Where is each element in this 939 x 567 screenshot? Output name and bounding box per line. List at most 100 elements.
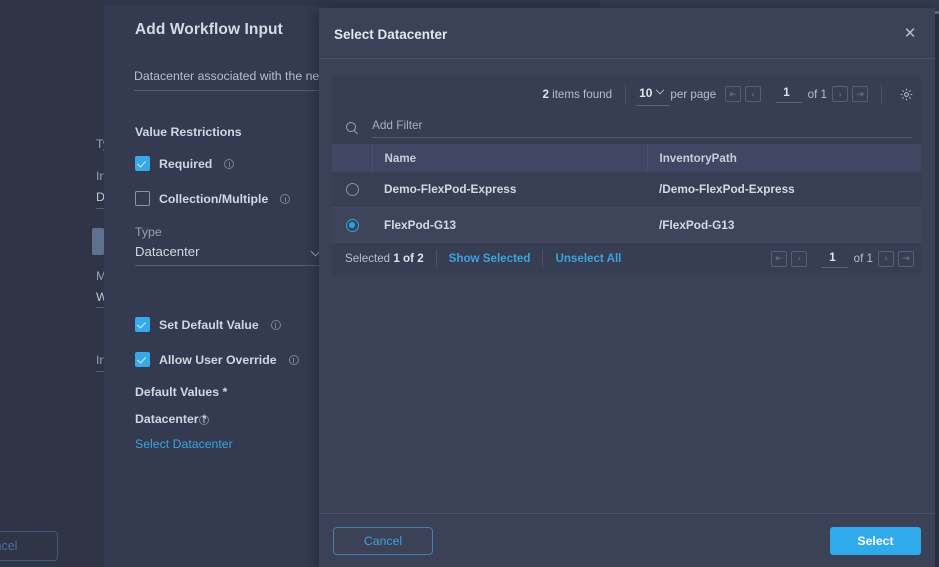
clipped-underline (96, 208, 104, 209)
background-cancel-button[interactable]: Cancel (0, 531, 58, 561)
per-page-select[interactable]: 10 (639, 86, 663, 102)
checkbox-set-default-value-label: Set Default Value (159, 318, 259, 332)
checkbox-set-default-value[interactable] (135, 317, 150, 332)
info-icon[interactable] (224, 159, 234, 169)
footer-page-number-input[interactable]: 1 (820, 251, 844, 267)
checkbox-collection-multiple-label: Collection/Multiple (159, 192, 268, 206)
gear-icon[interactable] (899, 87, 914, 102)
per-page-value: 10 (639, 86, 652, 100)
checkbox-row-required[interactable]: Required (135, 156, 234, 171)
column-header-inventorypath[interactable]: InventoryPath (647, 144, 921, 172)
description-underline (134, 90, 320, 91)
divider (542, 250, 543, 267)
next-page-button[interactable]: › (832, 86, 848, 102)
modal-footer: Cancel Select (319, 513, 935, 567)
datacenter-field-label: Datacenter * (135, 412, 207, 426)
panel-top-strip (104, 0, 600, 6)
grid-toolbar: 2 items found 10 per page ⇤ ‹ 1 of 1 › ⇥ (332, 76, 921, 112)
type-select[interactable]: Datacenter (135, 243, 321, 261)
checkbox-required[interactable] (135, 156, 150, 171)
cancel-button[interactable]: Cancel (333, 527, 433, 555)
chevron-down-icon (656, 86, 664, 94)
footer-previous-page-button[interactable]: ‹ (791, 251, 807, 267)
section-default-values: Default Values * (135, 385, 227, 399)
app-root: Cancel Add Workflow Input Datacenter ass… (0, 0, 939, 567)
type-field-label: Type (135, 225, 162, 239)
per-page-underline (636, 105, 670, 106)
row-name-cell: FlexPod-G13 (372, 207, 647, 242)
section-value-restrictions: Value Restrictions (135, 125, 242, 139)
per-page-label: per page (670, 88, 716, 101)
checkbox-row-collection-multiple[interactable]: Collection/Multiple (135, 191, 290, 206)
clipped-label-input: In (96, 169, 104, 183)
info-icon[interactable] (289, 355, 299, 365)
items-found-status: 2 items found (542, 88, 612, 101)
footer-page-number-value: 1 (829, 251, 835, 264)
table-head: Name InventoryPath (332, 144, 921, 172)
table-row[interactable]: Demo-FlexPod-Express /Demo-FlexPod-Expre… (332, 172, 921, 207)
page-number-underline (776, 102, 802, 103)
info-icon[interactable] (280, 194, 290, 204)
table-body: Demo-FlexPod-Express /Demo-FlexPod-Expre… (332, 172, 921, 242)
checkbox-allow-user-override-label: Allow User Override (159, 353, 277, 367)
checkbox-row-allow-user-override[interactable]: Allow User Override (135, 352, 299, 367)
row-select-cell[interactable] (332, 172, 372, 207)
info-icon[interactable] (271, 320, 281, 330)
column-header-name[interactable]: Name (372, 144, 647, 172)
unselect-all-button[interactable]: Unselect All (555, 252, 621, 265)
modal-title: Select Datacenter (334, 27, 447, 42)
close-icon[interactable]: ✕ (901, 25, 919, 43)
clipped-value-datacenter: D (96, 190, 104, 204)
table-row[interactable]: FlexPod-G13 /FlexPod-G13 (332, 207, 921, 242)
clipped-label-in: In (96, 353, 104, 367)
footer-last-page-button[interactable]: ⇥ (898, 251, 914, 267)
items-found-count: 2 (542, 88, 548, 101)
footer-page-total-label: of 1 (854, 252, 873, 265)
clipped-label-type: Ty (96, 137, 104, 151)
select-button[interactable]: Select (830, 527, 921, 555)
select-datacenter-modal: Select Datacenter ✕ 2 items found 10 per… (319, 8, 935, 567)
highlight-chip (92, 228, 104, 255)
table-header-row: Name InventoryPath (332, 144, 921, 172)
type-select-value: Datacenter (135, 244, 200, 259)
row-select-cell[interactable] (332, 207, 372, 242)
description-field[interactable]: Datacenter associated with the nev (134, 69, 319, 83)
far-left-background (0, 0, 104, 567)
info-icon[interactable] (199, 415, 209, 425)
clipped-label-m: M (96, 269, 104, 283)
datacenter-table: Name InventoryPath Demo-FlexPod-Express … (332, 144, 921, 243)
row-inventorypath-cell: /FlexPod-G13 (647, 207, 921, 242)
selected-count: 1 of 2 (393, 252, 423, 265)
grid-footer: Selected 1 of 2 Show Selected Unselect A… (332, 243, 921, 275)
row-inventorypath-cell: /Demo-FlexPod-Express (647, 172, 921, 207)
checkbox-row-set-default-value[interactable]: Set Default Value (135, 317, 281, 332)
row-name-cell: Demo-FlexPod-Express (372, 172, 647, 207)
selected-status: Selected 1 of 2 (345, 252, 424, 265)
modal-body: 2 items found 10 per page ⇤ ‹ 1 of 1 › ⇥ (319, 60, 935, 513)
search-icon (346, 122, 359, 135)
page-total-label: of 1 (808, 88, 827, 101)
modal-header: Select Datacenter ✕ (319, 8, 935, 59)
checkbox-allow-user-override[interactable] (135, 352, 150, 367)
divider (436, 250, 437, 267)
previous-page-button[interactable]: ‹ (745, 86, 761, 102)
filter-row[interactable]: Add Filter (332, 112, 921, 144)
filter-input[interactable]: Add Filter (372, 118, 912, 138)
datacenter-grid: 2 items found 10 per page ⇤ ‹ 1 of 1 › ⇥ (332, 76, 921, 275)
clipped-underline (96, 371, 104, 372)
radio-button-selected[interactable] (346, 219, 359, 232)
first-page-button[interactable]: ⇤ (725, 86, 741, 102)
show-selected-button[interactable]: Show Selected (449, 252, 531, 265)
last-page-button[interactable]: ⇥ (852, 86, 868, 102)
divider (881, 85, 882, 104)
page-number-input[interactable]: 1 (774, 86, 798, 102)
page-number-value: 1 (783, 86, 789, 99)
footer-next-page-button[interactable]: › (878, 251, 894, 267)
selected-prefix: Selected (345, 252, 390, 265)
clipped-label-w: W (96, 290, 104, 304)
checkbox-collection-multiple[interactable] (135, 191, 150, 206)
footer-first-page-button[interactable]: ⇤ (771, 251, 787, 267)
select-datacenter-link[interactable]: Select Datacenter (135, 437, 233, 451)
radio-button[interactable] (346, 183, 359, 196)
items-found-suffix: items found (552, 88, 612, 101)
